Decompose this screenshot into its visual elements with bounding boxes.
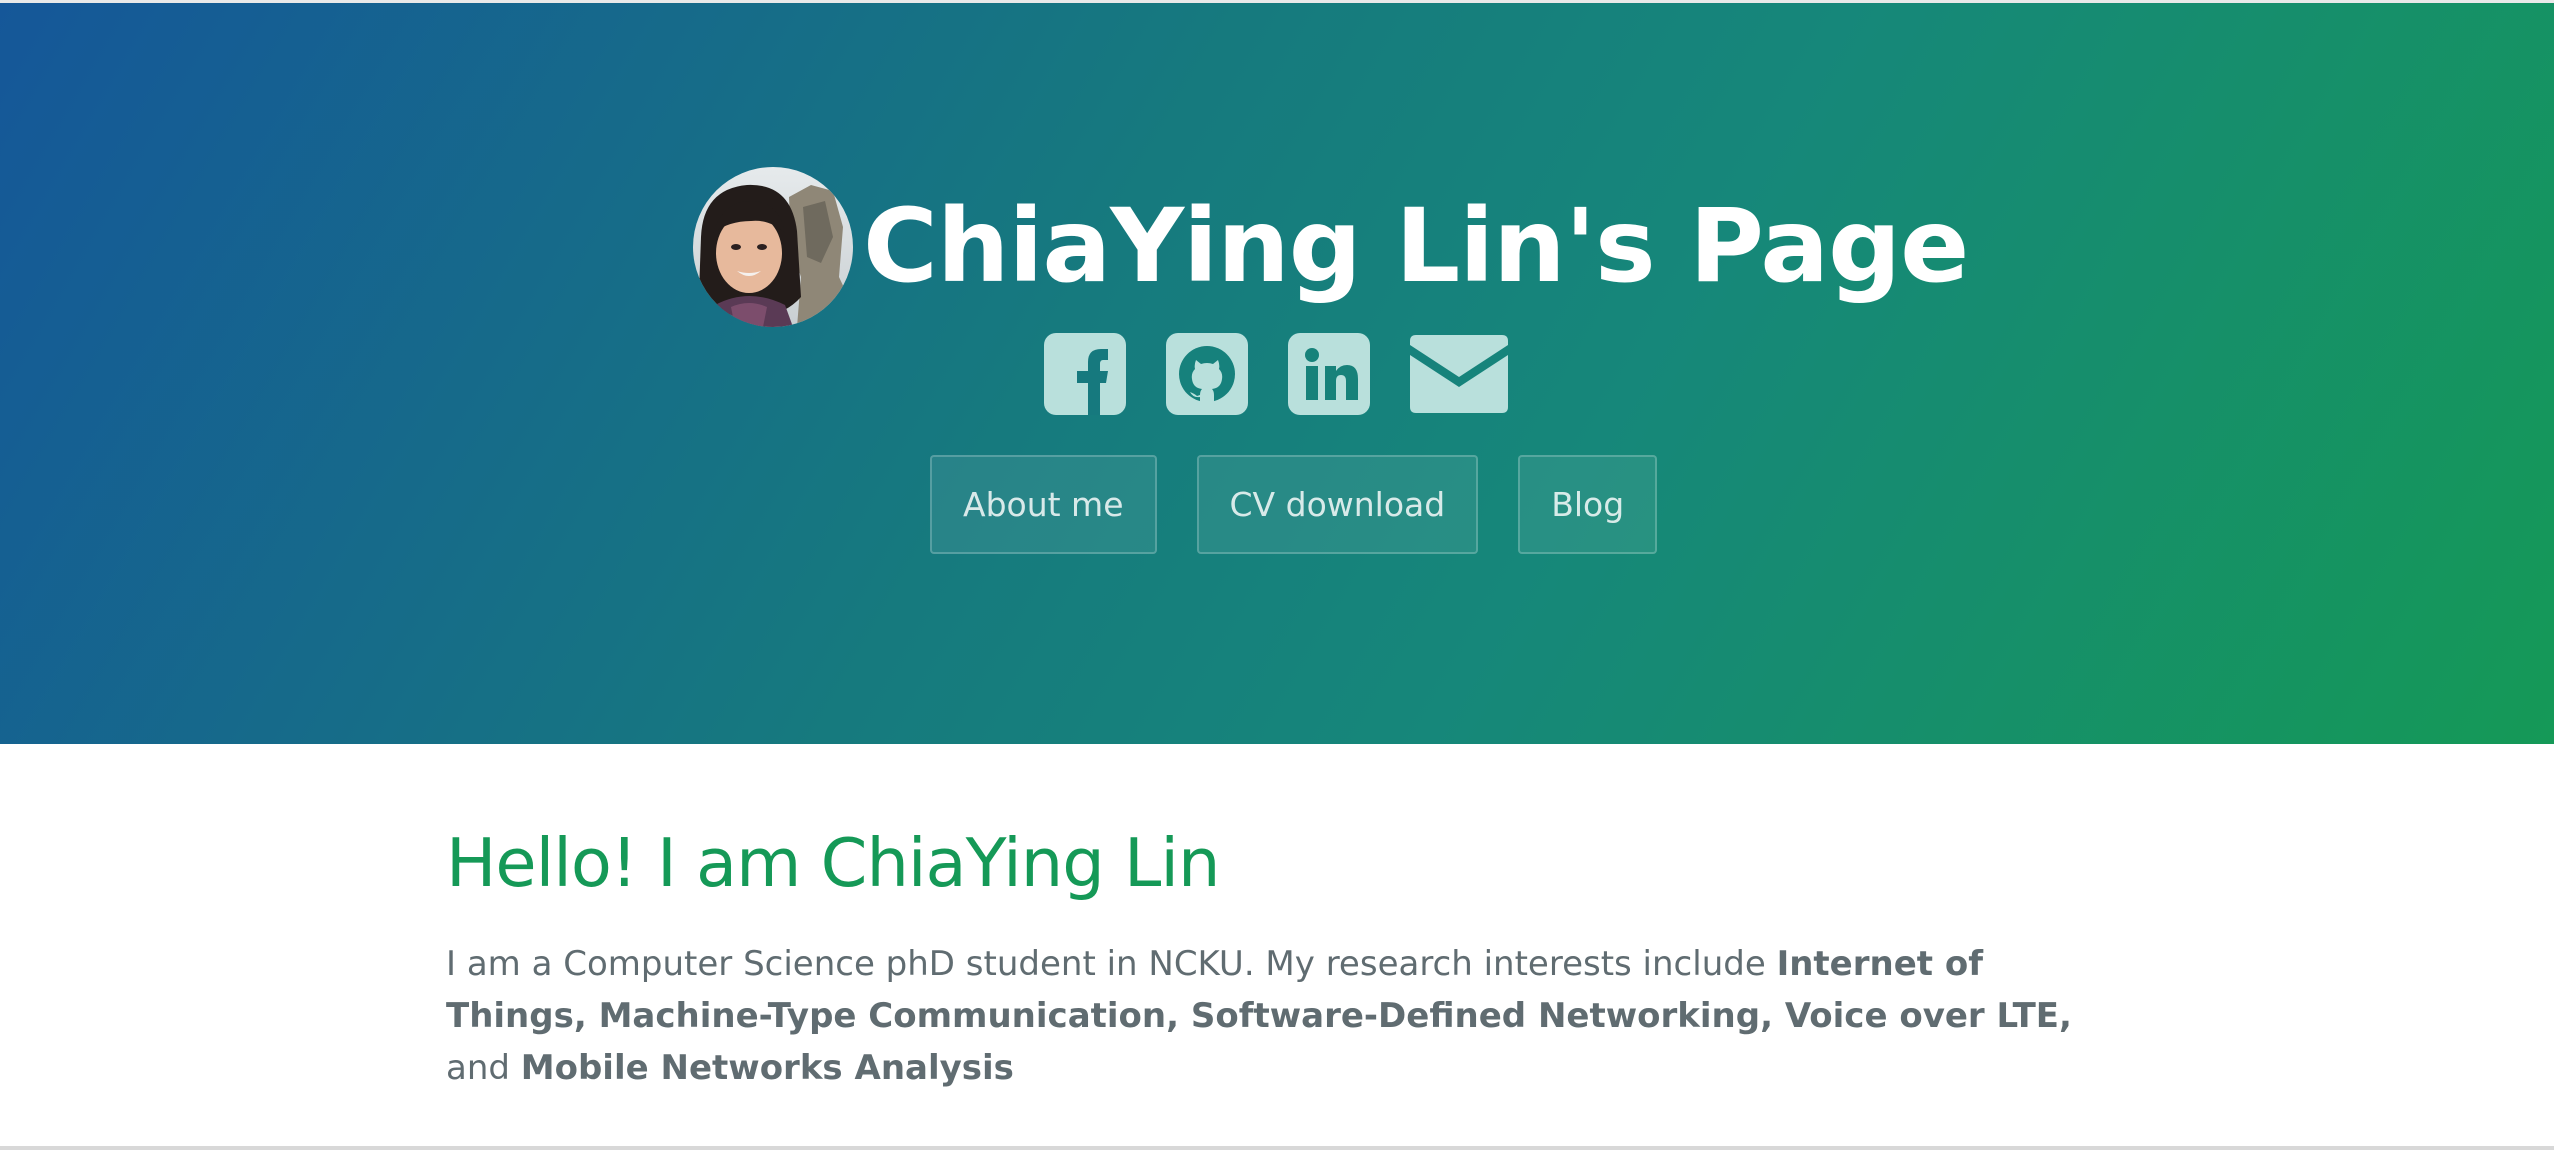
bottom-border	[0, 1146, 2554, 1150]
site-title: ChiaYing Lin's Page	[863, 187, 1969, 306]
linkedin-icon	[1288, 333, 1370, 415]
github-icon	[1166, 333, 1248, 415]
header-nav: About me CV download Blog	[930, 455, 1658, 554]
blog-button[interactable]: Blog	[1518, 455, 1658, 554]
social-links	[1044, 333, 1508, 415]
title-row: ChiaYing Lin's Page	[693, 164, 1969, 330]
facebook-link[interactable]	[1044, 333, 1126, 415]
intro-paragraph: I am a Computer Science phD student in N…	[446, 938, 2086, 1094]
cv-download-button[interactable]: CV download	[1196, 455, 1479, 554]
main-content: Hello! I am ChiaYing Lin I am a Computer…	[446, 818, 2106, 1094]
email-link[interactable]	[1410, 335, 1508, 413]
linkedin-link[interactable]	[1288, 333, 1370, 415]
page-header: ChiaYing Lin's Page About me CV download…	[0, 3, 2554, 744]
facebook-icon	[1044, 333, 1126, 415]
intro-lead: I am a Computer Science phD student in N…	[446, 944, 1777, 984]
research-interest-last: Mobile Networks Analysis	[520, 1048, 1014, 1088]
greeting-heading: Hello! I am ChiaYing Lin	[446, 824, 1220, 902]
email-icon	[1410, 335, 1508, 413]
avatar-photo	[693, 167, 853, 327]
github-link[interactable]	[1166, 333, 1248, 415]
avatar	[693, 167, 853, 327]
intro-conjunction: and	[446, 1048, 521, 1088]
about-me-button[interactable]: About me	[930, 455, 1157, 554]
